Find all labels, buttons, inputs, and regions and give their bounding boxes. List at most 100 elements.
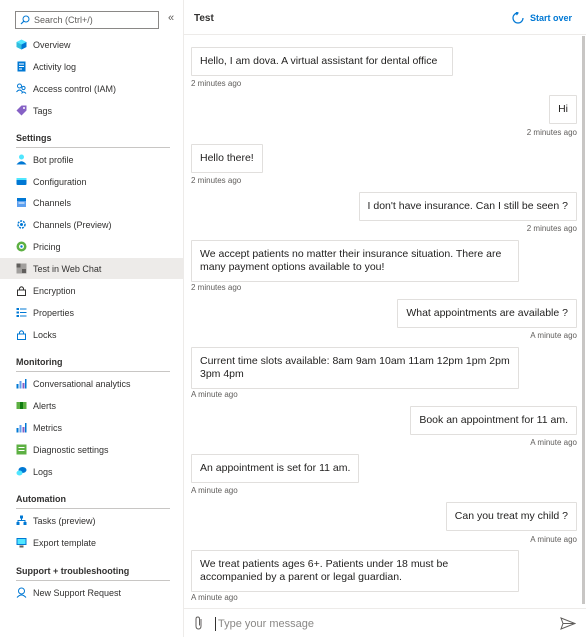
sidebar-item-label: Export template — [33, 537, 97, 548]
sidebar-item-new-support-request[interactable]: New Support Request — [0, 582, 184, 603]
sidebar-item-alerts[interactable]: Alerts — [0, 395, 184, 416]
send-icon[interactable] — [560, 617, 576, 630]
bot-message: Hello there! — [191, 144, 263, 173]
refresh-icon — [512, 12, 524, 24]
cube-icon — [16, 39, 27, 50]
sidebar: Search (Ctrl+/) « Overview Activity log … — [0, 0, 184, 637]
sidebar-item-properties[interactable]: Properties — [0, 302, 184, 323]
webchat-icon — [16, 263, 27, 274]
sidebar-item-activity-log[interactable]: Activity log — [0, 56, 184, 77]
configuration-icon — [16, 176, 27, 187]
sidebar-item-label: Test in Web Chat — [33, 263, 102, 274]
sidebar-item-channels[interactable]: Channels — [0, 192, 184, 213]
message-timestamp: A minute ago — [530, 438, 577, 447]
paperclip-icon[interactable] — [193, 616, 205, 630]
header-divider — [184, 34, 586, 35]
start-over-button[interactable]: Start over — [512, 12, 572, 24]
sidebar-item-diagnostic-settings[interactable]: Diagnostic settings — [0, 439, 184, 460]
sidebar-item-label: Tags — [33, 105, 53, 116]
sidebar-item-tasks-preview[interactable]: Tasks (preview) — [0, 510, 184, 531]
sidebar-item-pricing[interactable]: Pricing — [0, 236, 184, 257]
message-timestamp: 2 minutes ago — [526, 128, 577, 137]
search-icon — [20, 15, 30, 25]
bot-message: Current time slots available: 8am 9am 10… — [191, 347, 519, 389]
section-divider — [16, 580, 170, 581]
sidebar-item-channels-preview[interactable]: Channels (Preview) — [0, 214, 184, 235]
message-timestamp: 2 minutes ago — [526, 224, 577, 233]
properties-icon — [16, 307, 27, 318]
collapse-sidebar-icon[interactable]: « — [168, 12, 174, 24]
sidebar-item-configuration[interactable]: Configuration — [0, 171, 184, 192]
bot-message: An appointment is set for 11 am. — [191, 454, 360, 483]
section-divider — [16, 371, 170, 372]
bot-icon — [16, 154, 27, 165]
sidebar-item-label: Access control (IAM) — [33, 83, 117, 94]
sidebar-item-label: Activity log — [33, 61, 77, 72]
message-timestamp: 2 minutes ago — [191, 176, 242, 185]
message-timestamp: A minute ago — [530, 535, 577, 544]
message-timestamp: A minute ago — [191, 390, 238, 399]
user-message: Book an appointment for 11 am. — [410, 406, 577, 435]
lock-icon — [16, 329, 27, 340]
sidebar-item-label: Configuration — [33, 176, 87, 187]
sidebar-item-conversational-analytics[interactable]: Conversational analytics — [0, 373, 184, 394]
sidebar-item-label: Logs — [33, 466, 53, 477]
user-message: I don't have insurance. Can I still be s… — [358, 192, 577, 221]
message-timestamp: A minute ago — [191, 593, 238, 602]
sidebar-item-label: Pricing — [33, 241, 61, 252]
logs-icon — [16, 466, 27, 477]
pricing-icon — [16, 241, 27, 252]
sidebar-item-logs[interactable]: Logs — [0, 461, 184, 482]
section-divider — [16, 147, 170, 148]
sidebar-item-encryption[interactable]: Encryption — [0, 280, 184, 301]
user-message: What appointments are available ? — [397, 299, 577, 328]
section-settings: Settings — [16, 133, 52, 143]
message-timestamp: A minute ago — [530, 331, 577, 340]
people-icon — [16, 83, 27, 94]
sidebar-item-metrics[interactable]: Metrics — [0, 417, 184, 438]
input-cursor — [215, 617, 216, 631]
message-input[interactable] — [218, 616, 548, 632]
sidebar-item-label: Conversational analytics — [33, 378, 131, 389]
sidebar-item-bot-profile[interactable]: Bot profile — [0, 149, 184, 170]
sidebar-item-label: New Support Request — [33, 587, 122, 598]
section-monitoring: Monitoring — [16, 357, 63, 367]
sidebar-item-export-template[interactable]: Export template — [0, 532, 184, 553]
lock-icon — [16, 285, 27, 296]
sidebar-item-label: Tasks (preview) — [33, 515, 96, 526]
sidebar-item-label: Overview — [33, 39, 71, 50]
sidebar-item-label: Alerts — [33, 400, 57, 411]
search-box[interactable]: Search (Ctrl+/) — [15, 11, 159, 29]
support-icon — [16, 587, 27, 598]
sidebar-item-access-control[interactable]: Access control (IAM) — [0, 78, 184, 99]
sidebar-item-test-in-web-chat[interactable]: Test in Web Chat — [0, 258, 184, 279]
message-timestamp: 2 minutes ago — [191, 283, 242, 292]
section-divider — [16, 508, 170, 509]
search-placeholder: Search (Ctrl+/) — [34, 15, 93, 25]
bot-message: Hello, I am dova. A virtual assistant fo… — [191, 47, 453, 76]
sidebar-item-label: Encryption — [33, 285, 76, 296]
message-input-bar — [184, 608, 586, 637]
sidebar-item-tags[interactable]: Tags — [0, 100, 184, 121]
chat-scrollbar[interactable] — [582, 36, 585, 604]
alert-icon — [16, 400, 27, 411]
channels-icon — [16, 197, 27, 208]
bot-message: We treat patients ages 6+. Patients unde… — [191, 550, 519, 592]
chart-icon — [16, 422, 27, 433]
sidebar-item-label: Channels (Preview) — [33, 219, 112, 230]
chat-panel: Test Start over Hello, I am dova. A virt… — [184, 0, 586, 637]
tasks-icon — [16, 515, 27, 526]
user-message: Can you treat my child ? — [445, 502, 577, 531]
sidebar-item-label: Properties — [33, 307, 75, 318]
section-support-troubleshooting: Support + troubleshooting — [16, 566, 130, 576]
sidebar-item-locks[interactable]: Locks — [0, 324, 184, 345]
section-automation: Automation — [16, 494, 66, 504]
diagnostic-icon — [16, 444, 27, 455]
user-message: Hi — [549, 95, 577, 124]
sidebar-item-label: Locks — [33, 329, 57, 340]
message-timestamp: A minute ago — [191, 486, 238, 495]
chart-icon — [16, 378, 27, 389]
sidebar-item-overview[interactable]: Overview — [0, 34, 184, 55]
sidebar-item-label: Diagnostic settings — [33, 444, 109, 455]
chat-title: Test — [194, 13, 214, 24]
